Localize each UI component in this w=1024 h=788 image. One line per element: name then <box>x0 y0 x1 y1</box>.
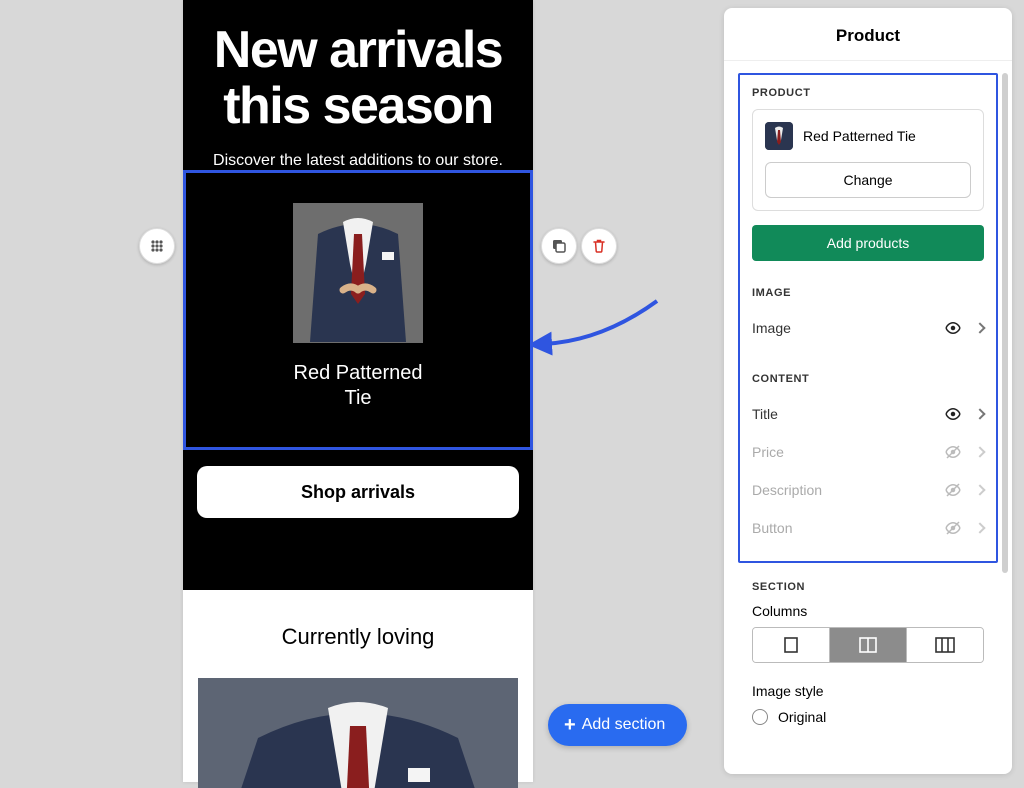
columns-label: Columns <box>752 603 984 619</box>
duplicate-icon <box>551 238 567 254</box>
add-section-button[interactable]: + Add section <box>548 704 687 746</box>
chevron-right-icon <box>974 322 985 333</box>
panel-scrollbar[interactable] <box>1002 73 1008 573</box>
annotation-arrow <box>532 296 662 356</box>
eye-hidden-icon <box>944 481 962 499</box>
section-label-product: PRODUCT <box>752 87 984 99</box>
trash-icon <box>591 238 607 254</box>
suit-illustration <box>298 204 418 342</box>
section-label-image: IMAGE <box>752 287 984 299</box>
image-style-original[interactable]: Original <box>752 709 984 725</box>
hero-title: New arrivals this season <box>183 22 533 134</box>
add-products-button[interactable]: Add products <box>752 225 984 261</box>
columns-1[interactable] <box>753 628 829 662</box>
columns-1-icon <box>782 636 800 654</box>
image-style-label: Image style <box>752 683 984 699</box>
email-preview-canvas: New arrivals this season Discover the la… <box>183 0 533 782</box>
product-thumb <box>765 122 793 150</box>
chevron-right-icon <box>974 446 985 457</box>
eye-hidden-icon <box>944 519 962 537</box>
delete-button[interactable] <box>581 228 617 264</box>
radio-unchecked-icon <box>752 709 768 725</box>
columns-2-icon <box>858 636 878 654</box>
row-button[interactable]: Button <box>752 509 984 547</box>
plus-icon: + <box>564 715 576 735</box>
row-image[interactable]: Image <box>752 309 984 347</box>
chevron-right-icon <box>974 484 985 495</box>
product-block-selected[interactable]: Red Patterned Tie <box>183 170 533 450</box>
columns-3[interactable] <box>906 628 983 662</box>
inspector-panel: Product PRODUCT Red Patterned Tie Change… <box>724 8 1012 774</box>
shop-arrivals-button[interactable]: Shop arrivals <box>197 466 519 518</box>
columns-3-icon <box>934 636 956 654</box>
currently-loving-image <box>198 678 518 788</box>
currently-loving-heading: Currently loving <box>183 590 533 678</box>
panel-highlight: PRODUCT Red Patterned Tie Change Add pro… <box>738 73 998 563</box>
columns-segmented <box>752 627 984 663</box>
selected-product-name: Red Patterned Tie <box>803 128 916 144</box>
section-settings: SECTION Columns Image style Original <box>738 563 998 725</box>
change-button[interactable]: Change <box>765 162 971 198</box>
selected-product-card: Red Patterned Tie Change <box>752 109 984 211</box>
product-title: Red Patterned Tie <box>186 361 530 411</box>
row-price[interactable]: Price <box>752 433 984 471</box>
product-image <box>293 203 423 343</box>
eye-visible-icon <box>944 405 962 423</box>
columns-2[interactable] <box>829 628 906 662</box>
duplicate-button[interactable] <box>541 228 577 264</box>
section-label-content: CONTENT <box>752 373 984 385</box>
row-title[interactable]: Title <box>752 395 984 433</box>
panel-title: Product <box>724 8 1012 61</box>
row-description[interactable]: Description <box>752 471 984 509</box>
hero-subtitle: Discover the latest additions to our sto… <box>183 152 533 170</box>
hero-section: New arrivals this season Discover the la… <box>183 0 533 590</box>
chevron-right-icon <box>974 408 985 419</box>
drag-handle-button[interactable] <box>139 228 175 264</box>
eye-hidden-icon <box>944 443 962 461</box>
eye-visible-icon <box>944 319 962 337</box>
section-label-section: SECTION <box>752 581 984 593</box>
chevron-right-icon <box>974 522 985 533</box>
drag-handle-icon <box>150 239 164 253</box>
